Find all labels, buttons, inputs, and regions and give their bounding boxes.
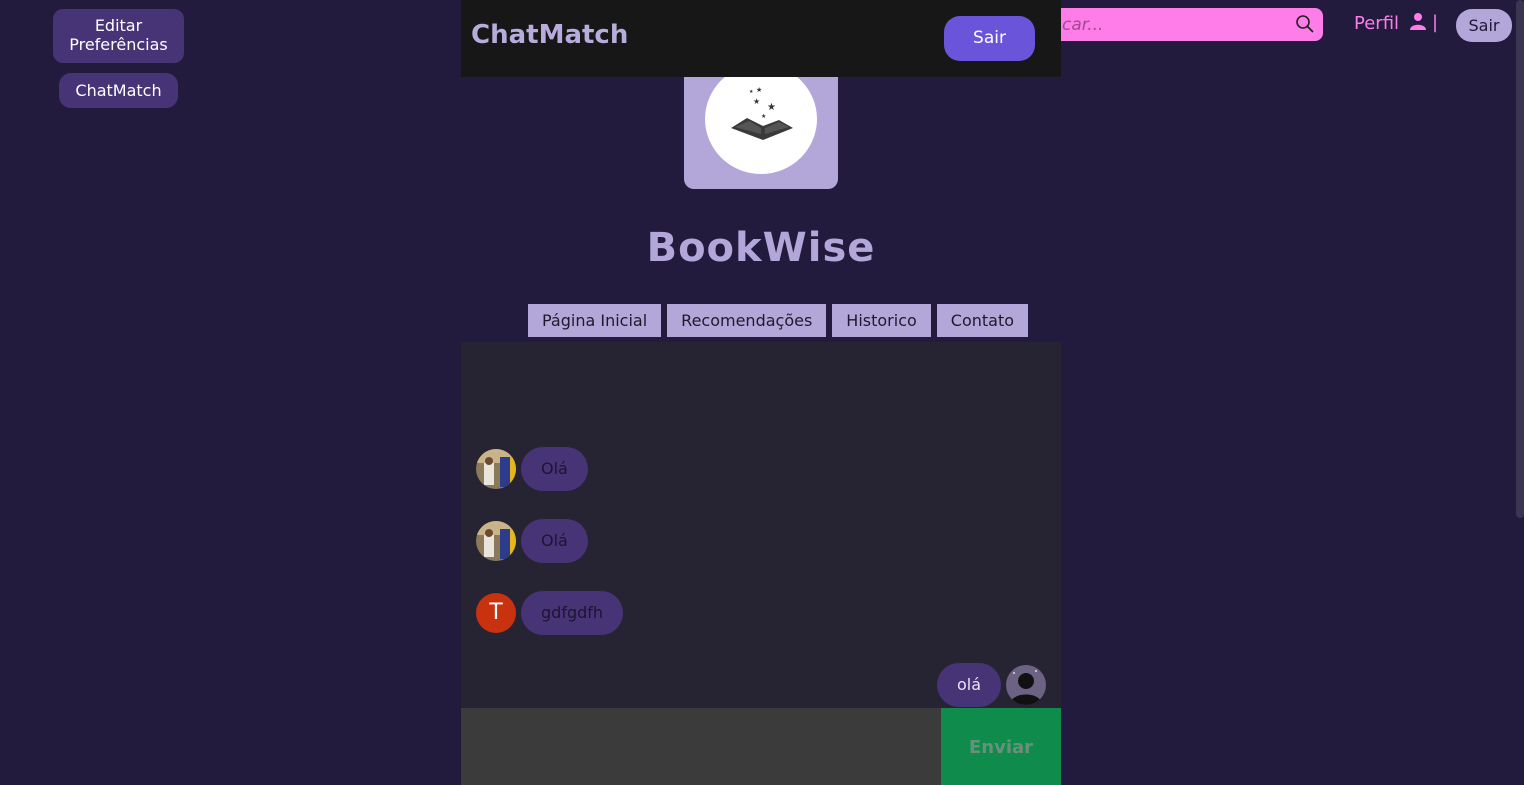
chat-header: ChatMatch Sair	[461, 0, 1061, 77]
menu-home[interactable]: Página Inicial	[528, 304, 662, 337]
chat-title: ChatMatch	[471, 20, 629, 50]
svg-text:★: ★	[753, 97, 760, 106]
profile-label: Perfil	[1354, 13, 1400, 34]
edit-preferences-label-line2: Preferências	[69, 35, 168, 54]
message-row: Olá	[476, 519, 588, 563]
chatmatch-button[interactable]: ChatMatch	[59, 73, 178, 108]
profile-link[interactable]: Perfil	[1354, 12, 1427, 34]
own-avatar	[1006, 665, 1047, 705]
message-row: T gdfgdfh	[476, 591, 624, 635]
message-row: Olá	[476, 447, 588, 491]
book-stars-icon: ★ ★ ★ ★ ★	[731, 86, 793, 140]
svg-text:★: ★	[756, 86, 762, 94]
main-column: ChatMatch Sair ★ ★ ★ ★ ★ BookWise Página…	[461, 0, 1061, 785]
message-input[interactable]	[461, 708, 941, 785]
menu-history[interactable]: Historico	[832, 304, 931, 337]
logo-circle: ★ ★ ★ ★ ★	[705, 64, 817, 174]
user-icon	[1409, 13, 1426, 30]
message-bubble-own: olá	[937, 663, 1002, 707]
main-menu: Página Inicial Recomendações Historico C…	[528, 304, 1029, 337]
logo: ★ ★ ★ ★ ★	[684, 64, 838, 189]
message-row-own: olá	[937, 663, 1047, 707]
menu-recommendations[interactable]: Recomendações	[667, 304, 827, 337]
search-input[interactable]: car...	[1040, 8, 1323, 41]
user-avatar	[476, 449, 516, 489]
brand-title: BookWise	[646, 225, 876, 271]
message-bubble: Olá	[521, 519, 588, 563]
search-icon[interactable]	[1295, 14, 1315, 34]
search-placeholder: car...	[1062, 15, 1104, 35]
message-bubble: gdfgdfh	[521, 591, 624, 635]
edit-preferences-label-line1: Editar	[94, 16, 143, 35]
logout-button[interactable]: Sair	[944, 16, 1035, 61]
svg-text:★: ★	[761, 113, 766, 120]
chat-messages[interactable]: Olá Olá T gdfgdfh olá	[461, 342, 1061, 708]
letter-avatar: T	[476, 593, 516, 633]
svg-text:★: ★	[749, 89, 754, 95]
user-avatar	[476, 521, 516, 561]
send-button[interactable]: Enviar	[941, 708, 1061, 785]
page-scrollbar[interactable]	[1516, 0, 1524, 518]
message-bubble: Olá	[521, 447, 588, 491]
menu-contact[interactable]: Contato	[936, 304, 1029, 337]
svg-text:★: ★	[767, 102, 776, 113]
nav-separator: |	[1432, 12, 1439, 33]
logout-button-top[interactable]: Sair	[1456, 9, 1512, 42]
edit-preferences-button[interactable]: Editar Preferências	[53, 9, 184, 63]
